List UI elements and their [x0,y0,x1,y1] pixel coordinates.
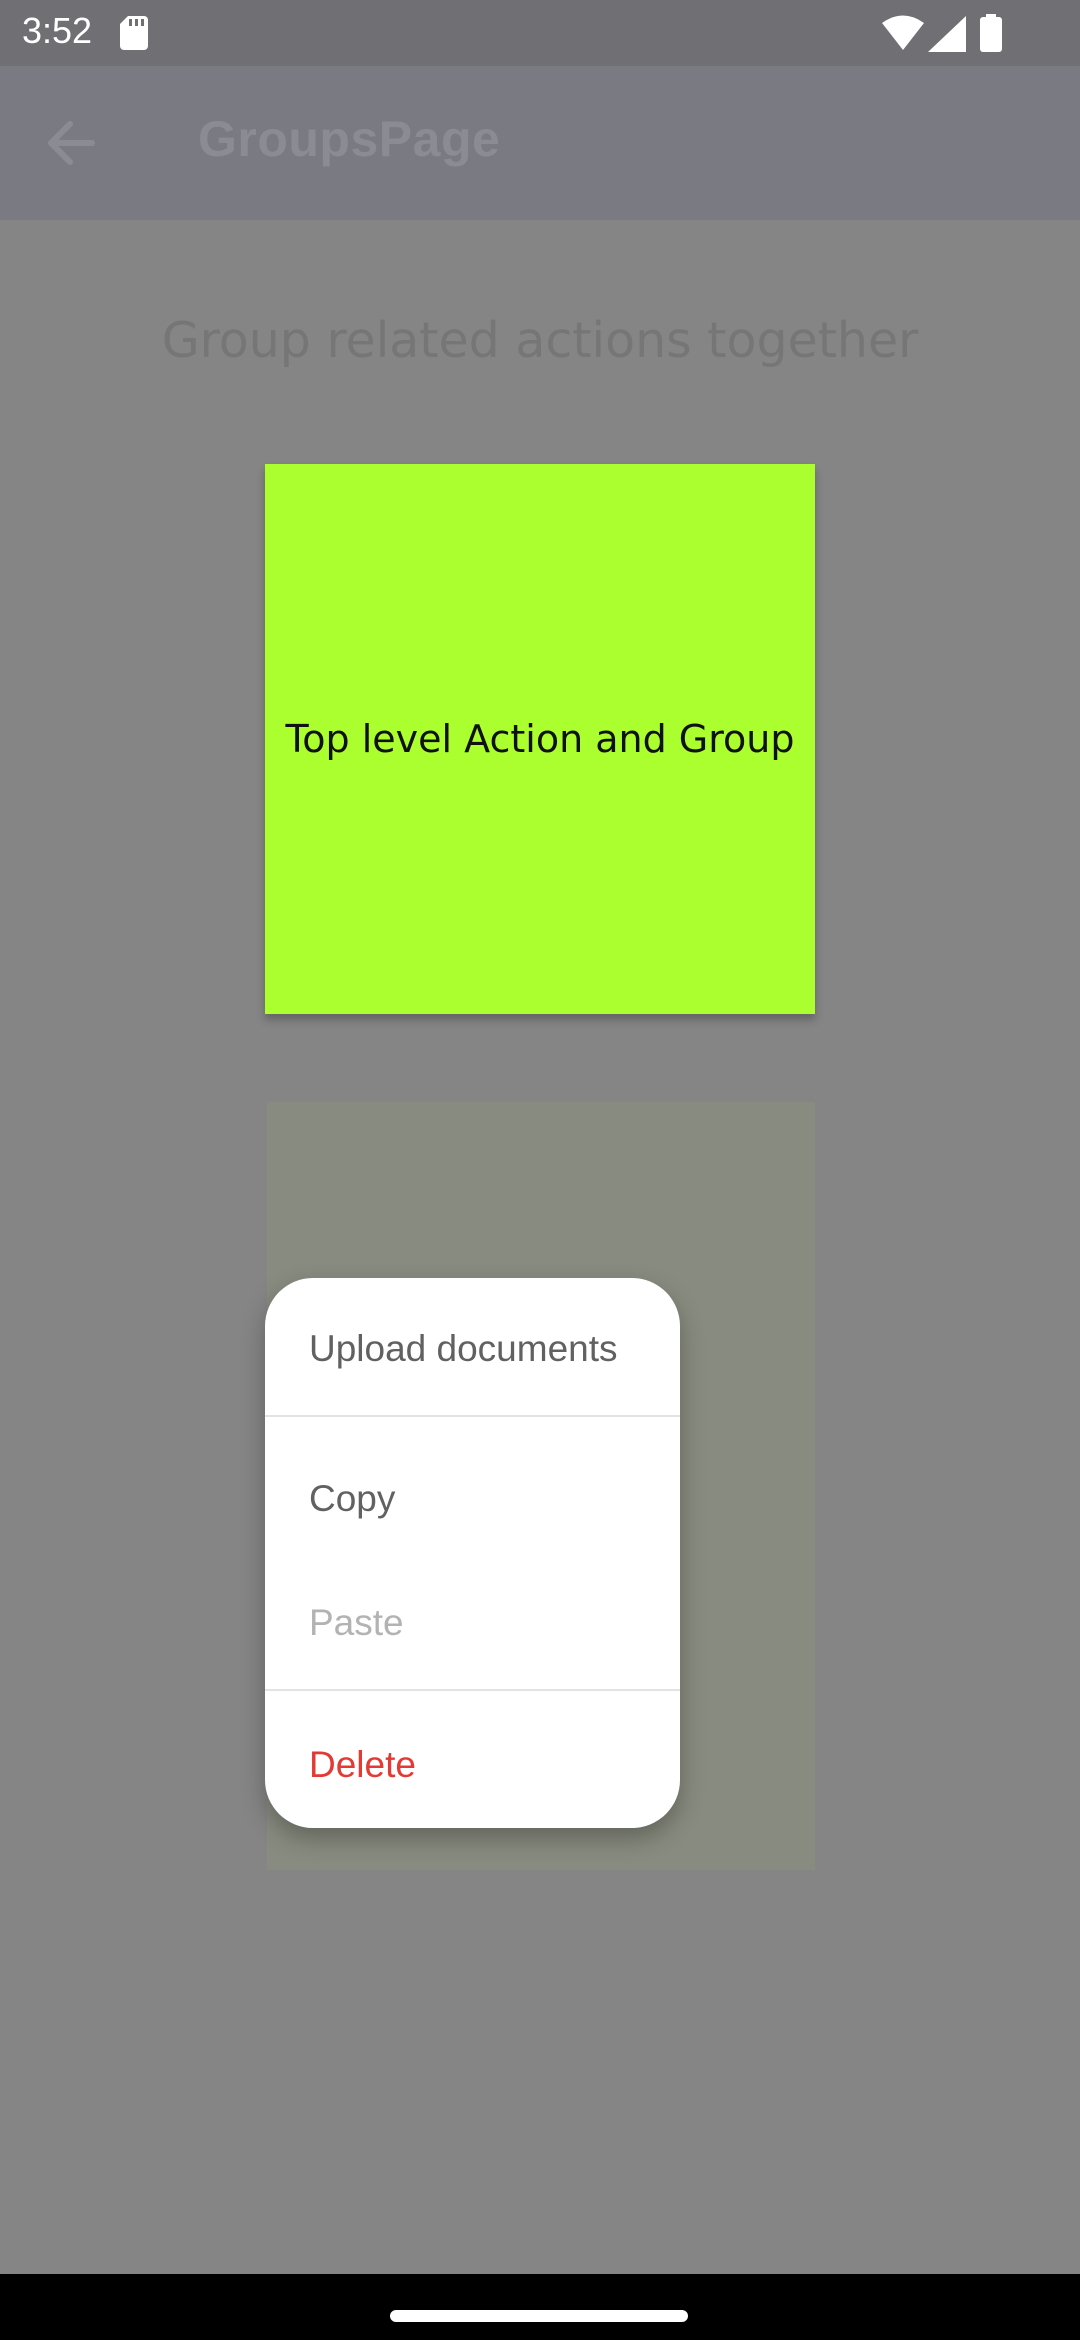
navigation-bar [0,2274,1080,2340]
signal-icon [928,16,966,56]
action-group-label: Top level Action and Group [285,717,795,761]
menu-item-delete[interactable]: Delete [265,1744,680,1786]
context-menu: Upload documents Copy Paste Delete [265,1278,680,1828]
menu-divider [265,1415,680,1417]
status-bar: 3:52 [0,0,1080,66]
page-title: GroupsPage [198,111,501,167]
menu-item-paste: Paste [309,1602,404,1643]
menu-item-copy[interactable]: Copy [265,1478,680,1520]
menu-item-upload-documents[interactable]: Upload documents [265,1328,680,1370]
arrow-left-icon[interactable] [46,120,96,170]
status-time: 3:52 [22,10,93,51]
action-group-box[interactable]: Top level Action and Group [265,464,815,1014]
sd-card-icon [120,16,148,54]
app-bar: GroupsPage [0,66,1080,220]
wifi-icon [882,14,924,54]
page-heading: Group related actions together [161,312,919,369]
content-area: Group related actions together Top level… [0,220,1080,2274]
home-gesture-handle[interactable] [390,2310,688,2322]
battery-icon [980,14,1002,56]
menu-divider [265,1689,680,1691]
